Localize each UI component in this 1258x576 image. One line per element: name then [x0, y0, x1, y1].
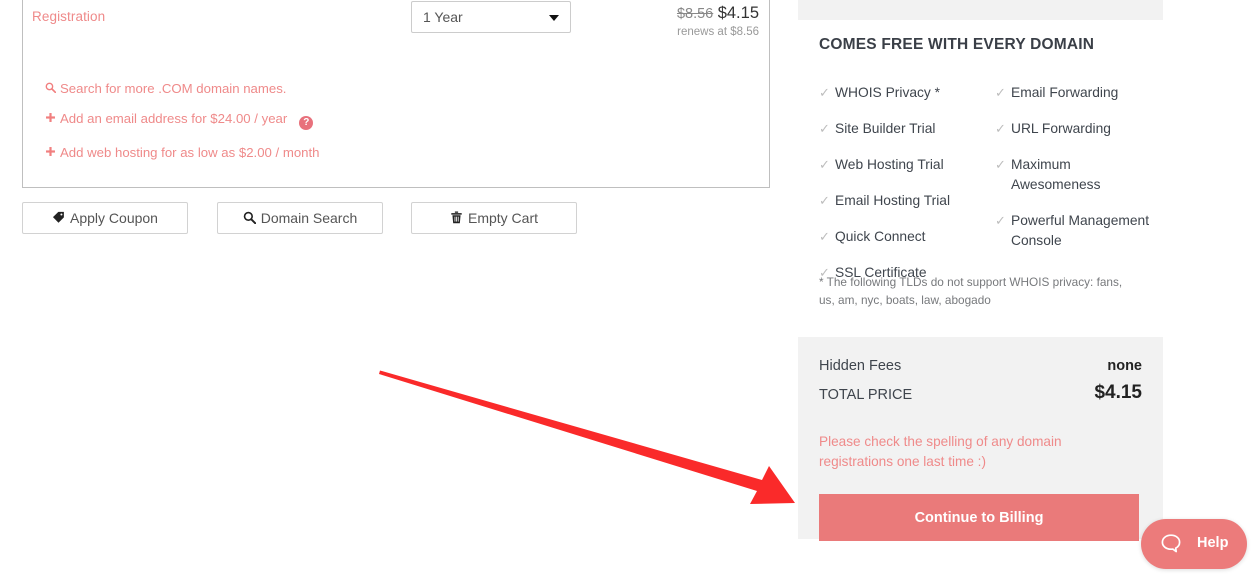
whois-footnote: * The following TLDs do not support WHOI… — [819, 273, 1134, 310]
registration-term-select[interactable]: 1 Year — [411, 1, 571, 33]
cart-line-item: Registration 1 Year $8.56 $4.15 renews a… — [23, 1, 769, 49]
sidebar-top-band — [798, 0, 1163, 20]
spelling-check-note: Please check the spelling of any domain … — [819, 432, 1099, 473]
check-icon: ✓ — [995, 155, 1006, 175]
search-icon — [45, 81, 60, 96]
total-price-row: TOTAL PRICE $4.15 — [819, 387, 1142, 404]
search-icon — [243, 204, 256, 234]
cart-item-label: Registration — [32, 9, 105, 24]
feature-label: Web Hosting Trial — [835, 157, 944, 172]
cart-item-price: $8.56 $4.15 renews at $8.56 — [677, 3, 759, 39]
chat-bubble-icon — [1159, 532, 1183, 561]
continue-to-billing-button[interactable]: Continue to Billing — [819, 494, 1139, 541]
feature-item: ✓ Email Forwarding — [995, 83, 1160, 103]
feature-item: ✓ Web Hosting Trial — [819, 155, 994, 175]
total-price-value: $4.15 — [1094, 382, 1142, 404]
trash-icon — [450, 204, 463, 234]
check-icon: ✓ — [819, 227, 830, 247]
hidden-fees-label: Hidden Fees — [819, 358, 901, 374]
empty-cart-label: Empty Cart — [468, 210, 538, 226]
check-icon: ✓ — [819, 191, 830, 211]
tag-icon — [52, 204, 65, 234]
check-icon: ✓ — [995, 83, 1006, 103]
price-current: $4.15 — [718, 4, 759, 22]
apply-coupon-button[interactable]: Apply Coupon — [22, 202, 188, 234]
check-icon: ✓ — [995, 211, 1006, 231]
addon-add-web-hosting[interactable]: Add web hosting for as low as $2.00 / mo… — [45, 144, 745, 161]
feature-item: ✓ Powerful Management Console — [995, 211, 1160, 251]
check-icon: ✓ — [995, 119, 1006, 139]
help-widget-button[interactable]: Help — [1141, 519, 1247, 569]
features-column-right: ✓ Email Forwarding ✓ URL Forwarding ✓ Ma… — [995, 83, 1160, 267]
price-original: $8.56 — [677, 6, 713, 22]
feature-label: Email Forwarding — [1011, 85, 1118, 100]
feature-item: ✓ Site Builder Trial — [819, 119, 994, 139]
free-features-card: COMES FREE WITH EVERY DOMAIN ✓ WHOIS Pri… — [798, 20, 1163, 332]
plus-icon — [45, 144, 60, 161]
feature-item: ✓ URL Forwarding — [995, 119, 1160, 139]
feature-label: Maximum Awesomeness — [1011, 157, 1100, 192]
order-totals-card: Hidden Fees none TOTAL PRICE $4.15 Pleas… — [798, 337, 1163, 539]
addon-label: Search for more .COM domain names. — [60, 81, 286, 96]
cart-addon-list: Search for more .COM domain names. Add a… — [45, 81, 745, 175]
plus-icon — [45, 110, 60, 127]
domain-search-button[interactable]: Domain Search — [217, 202, 383, 234]
hidden-fees-value: none — [1107, 358, 1142, 374]
feature-item: ✓ Email Hosting Trial — [819, 191, 994, 211]
feature-label: URL Forwarding — [1011, 121, 1111, 136]
addon-add-email-address[interactable]: Add an email address for $24.00 / year? — [45, 110, 745, 130]
feature-label: Site Builder Trial — [835, 121, 935, 136]
annotation-arrow — [379, 371, 795, 505]
help-question-icon[interactable]: ? — [299, 116, 313, 130]
hidden-fees-row: Hidden Fees none — [819, 358, 1142, 374]
total-price-label: TOTAL PRICE — [819, 387, 912, 403]
help-widget-label: Help — [1197, 535, 1228, 551]
empty-cart-button[interactable]: Empty Cart — [411, 202, 577, 234]
feature-label: Quick Connect — [835, 229, 926, 244]
check-icon: ✓ — [819, 119, 830, 139]
feature-label: Powerful Management Console — [1011, 213, 1149, 248]
features-column-left: ✓ WHOIS Privacy * ✓ Site Builder Trial ✓… — [819, 83, 994, 299]
feature-label: WHOIS Privacy * — [835, 85, 940, 100]
feature-item: ✓ Quick Connect — [819, 227, 994, 247]
addon-label: Add web hosting for as low as $2.00 / mo… — [60, 145, 320, 160]
cart-panel: Registration 1 Year $8.56 $4.15 renews a… — [22, 0, 770, 188]
apply-coupon-label: Apply Coupon — [70, 210, 158, 226]
check-icon: ✓ — [819, 83, 830, 103]
chevron-down-icon — [549, 15, 559, 21]
price-renewal-note: renews at $8.56 — [677, 25, 759, 39]
features-title: COMES FREE WITH EVERY DOMAIN — [819, 36, 1094, 54]
feature-label: Email Hosting Trial — [835, 193, 950, 208]
feature-item: ✓ WHOIS Privacy * — [819, 83, 994, 103]
feature-item: ✓ Maximum Awesomeness — [995, 155, 1160, 195]
registration-term-value: 1 Year — [423, 9, 463, 25]
domain-search-label: Domain Search — [261, 210, 358, 226]
check-icon: ✓ — [819, 155, 830, 175]
addon-label: Add an email address for $24.00 / year — [60, 111, 287, 126]
addon-search-more-domains[interactable]: Search for more .COM domain names. — [45, 81, 745, 96]
